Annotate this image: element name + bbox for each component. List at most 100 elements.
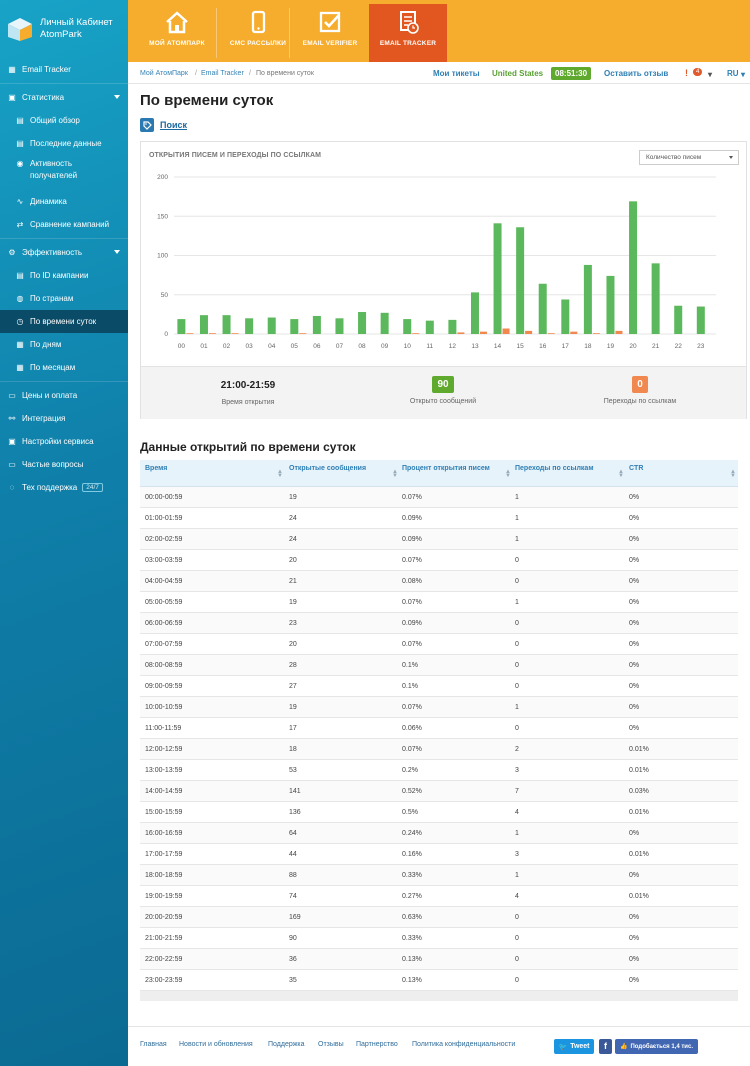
x-tick-label: 06 xyxy=(313,343,321,350)
sidebar-item[interactable]: ⚯ Интеграция xyxy=(0,407,128,430)
sidebar-item-label: По ID кампании xyxy=(30,271,89,280)
sidebar-item[interactable]: ▤ Общий обзор xyxy=(0,109,128,132)
tab-my-atompark[interactable]: МОЙ АТОМПАРК xyxy=(138,4,216,62)
table-cell: 24 xyxy=(289,515,297,522)
footer-link-partners[interactable]: Партнерство xyxy=(356,1041,398,1048)
sidebar-item[interactable]: ◉ Активность получателей xyxy=(0,155,128,190)
stats-row: 21:00-21:59 Время открытия 90 Открыто со… xyxy=(141,366,746,419)
sidebar-item[interactable]: ⇄ Сравнение кампаний xyxy=(0,213,128,236)
tab-sms[interactable]: СМС РАССЫЛКИ xyxy=(219,4,297,62)
like-button[interactable]: 👍 Подобається 1,4 тис. xyxy=(615,1039,698,1054)
table-footer xyxy=(140,991,738,1001)
chevron-down-icon[interactable] xyxy=(114,95,120,99)
bar-opens xyxy=(335,318,344,334)
chevron-down-icon[interactable]: ▾ xyxy=(708,70,712,79)
col-open-rate[interactable]: Процент открытия писем xyxy=(402,465,492,473)
sidebar-item[interactable]: ▭ Частые вопросы xyxy=(0,453,128,476)
sort-icon[interactable]: ▲ ▼ xyxy=(392,469,398,479)
table-cell: 0% xyxy=(629,620,640,627)
footer-link-privacy[interactable]: Политика конфиденциальности xyxy=(412,1041,515,1048)
table-cell: 1 xyxy=(515,515,519,522)
sidebar-item[interactable]: ▣ Статистика xyxy=(0,86,128,109)
table-row: 20:00-20:59 169 0.63% 0 0% xyxy=(140,907,738,928)
table-cell: 19 xyxy=(289,704,297,711)
table-cell: 0.07% xyxy=(402,599,422,606)
col-clicks[interactable]: Переходы по ссылкам xyxy=(515,465,594,473)
data-table: Время ▲ ▼ Открытые сообщения ▲ ▼ Процент о… xyxy=(140,460,738,1001)
table-cell: 28 xyxy=(289,662,297,669)
table-row: 14:00-14:59 141 0.52% 7 0.03% xyxy=(140,781,738,802)
table-cell: 05:00-05:59 xyxy=(145,599,183,606)
country-label[interactable]: United States xyxy=(492,69,543,78)
table-row: 06:00-06:59 23 0.09% 0 0% xyxy=(140,613,738,634)
my-tickets-link[interactable]: Мои тикеты xyxy=(433,69,480,78)
sort-icon[interactable]: ▲ ▼ xyxy=(505,469,511,479)
sidebar-item[interactable]: ◍ По странам xyxy=(0,287,128,310)
sidebar-item[interactable]: ▦ По месяцам xyxy=(0,356,128,379)
table-row: 03:00-03:59 20 0.07% 0 0% xyxy=(140,550,738,571)
sidebar-item[interactable]: ▤ По ID кампании xyxy=(0,264,128,287)
language-select[interactable]: RU xyxy=(727,69,739,78)
sidebar-item[interactable]: ▦ По дням xyxy=(0,333,128,356)
x-tick-label: 12 xyxy=(449,343,457,350)
tweet-button[interactable]: 🐦 Tweet xyxy=(554,1039,594,1054)
table-cell: 0% xyxy=(629,641,640,648)
facebook-icon[interactable]: f xyxy=(599,1039,612,1054)
sidebar-item[interactable]: ◌ Тех поддержка 24/7 xyxy=(0,476,128,499)
sort-icon[interactable]: ▲ ▼ xyxy=(730,469,736,479)
bar-opens xyxy=(222,315,231,334)
sidebar-item-label: Последние данные xyxy=(30,139,102,148)
table-cell: 53 xyxy=(289,767,297,774)
footer-link-home[interactable]: Главная xyxy=(140,1041,167,1048)
chart-metric-select[interactable]: Количество писем xyxy=(639,150,739,165)
bar-opens xyxy=(448,319,457,334)
footer-link-news[interactable]: Новости и обновления xyxy=(179,1041,253,1048)
settings-icon: ▣ xyxy=(8,436,16,446)
table-cell: 0% xyxy=(629,599,640,606)
col-ctr[interactable]: CTR xyxy=(629,465,643,473)
chevron-down-icon[interactable] xyxy=(114,250,120,254)
sort-icon[interactable]: ▲ ▼ xyxy=(277,469,283,479)
col-time[interactable]: Время xyxy=(145,465,167,473)
tab-email-tracker[interactable]: EMAIL TRACKER xyxy=(369,4,447,62)
chevron-down-icon[interactable]: ▾ xyxy=(741,70,745,79)
sidebar-item-label: Email Tracker xyxy=(22,65,71,74)
logo[interactable]: Личный Кабинет AtomPark xyxy=(0,0,128,58)
list-icon: ▤ xyxy=(16,270,24,280)
footer-link-support[interactable]: Поддержка xyxy=(268,1041,305,1048)
table-cell: 0 xyxy=(515,977,519,984)
table-row: 10:00-10:59 19 0.07% 1 0% xyxy=(140,697,738,718)
breadcrumb-home[interactable]: Мой АтомПарк xyxy=(140,70,188,77)
sidebar-item[interactable]: ▣ Настройки сервиса xyxy=(0,430,128,453)
table-cell: 00:00-00:59 xyxy=(145,494,183,501)
sidebar-item-label: Общий обзор xyxy=(30,116,80,125)
table-cell: 23:00-23:59 xyxy=(145,977,183,984)
table-cell: 21:00-21:59 xyxy=(145,935,183,942)
col-opened[interactable]: Открытые сообщения xyxy=(289,465,366,473)
alert-icon[interactable]: ! xyxy=(685,68,688,78)
sidebar-item[interactable]: ▤ Последние данные xyxy=(0,132,128,155)
table-cell: 64 xyxy=(289,830,297,837)
table-cell: 141 xyxy=(289,788,301,795)
sidebar-item-label: Цены и оплата xyxy=(22,391,78,400)
search-label: Поиск xyxy=(160,120,188,130)
sidebar-item[interactable]: ∿ Динамика xyxy=(0,190,128,213)
sidebar-item[interactable]: ◷ По времени суток xyxy=(0,310,128,333)
sidebar-item[interactable]: ▭ Цены и оплата xyxy=(0,384,128,407)
sidebar-item[interactable]: ▦ Email Tracker xyxy=(0,58,128,81)
sort-icon[interactable]: ▲ ▼ xyxy=(618,469,624,479)
sidebar-item-label: Тех поддержка xyxy=(22,483,78,492)
search-toggle[interactable]: Поиск xyxy=(140,118,187,132)
footer-link-reviews[interactable]: Отзывы xyxy=(318,1041,344,1048)
bar-opens xyxy=(312,315,321,334)
sidebar-item[interactable]: ⚙ Эффективность xyxy=(0,241,128,264)
target-icon: ◉ xyxy=(16,159,24,168)
bar-opens xyxy=(516,227,525,334)
feedback-link[interactable]: Оставить отзыв xyxy=(604,69,668,78)
tab-email-verifier[interactable]: EMAIL VERIFIER xyxy=(291,4,369,62)
question-icon: ▭ xyxy=(8,459,16,469)
table-row: 07:00-07:59 20 0.07% 0 0% xyxy=(140,634,738,655)
table-row: 18:00-18:59 88 0.33% 1 0% xyxy=(140,865,738,886)
chart-panel: 0 50 100 150 200 00 01 02 03 04 05 06 07 08 09 10 11 12 13… xyxy=(140,141,747,419)
breadcrumb-section[interactable]: Email Tracker xyxy=(201,70,244,77)
